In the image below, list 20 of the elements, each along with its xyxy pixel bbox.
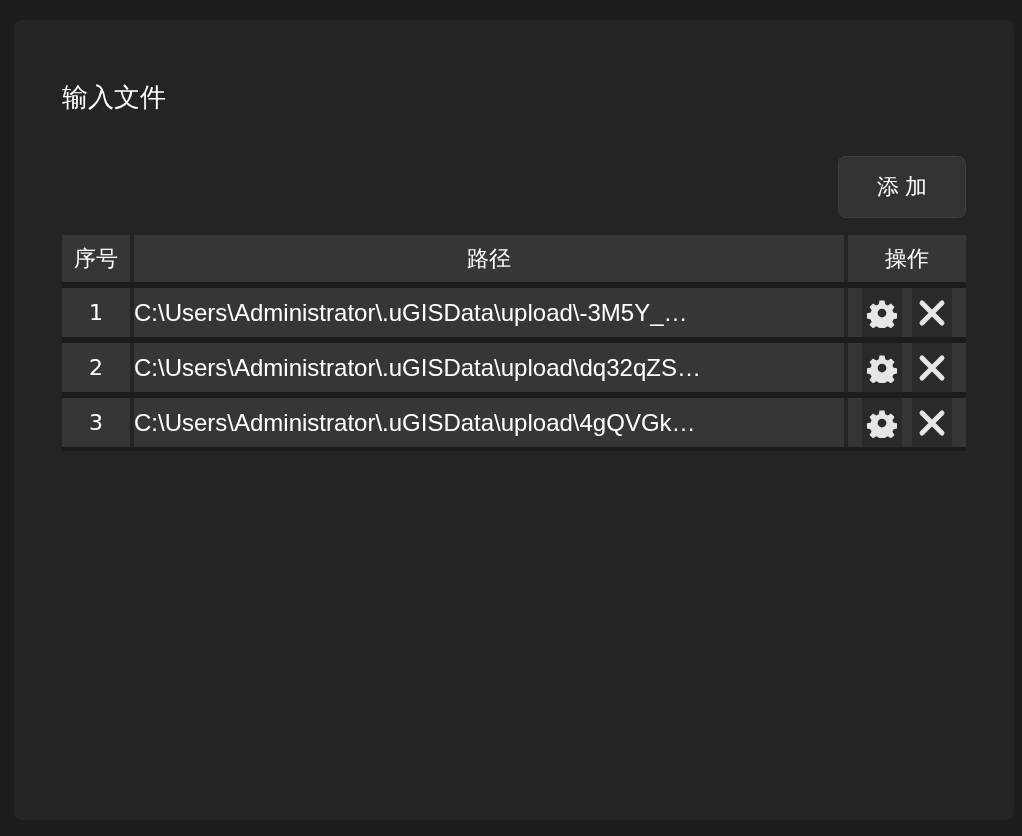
close-icon bbox=[917, 407, 947, 438]
close-button[interactable] bbox=[912, 288, 952, 337]
settings-button[interactable] bbox=[862, 288, 902, 337]
close-icon bbox=[917, 297, 947, 328]
settings-button[interactable] bbox=[862, 398, 902, 447]
table-cell: C:\Users\Administrator\.uGISData\upload\4gQVGk… bbox=[134, 398, 844, 447]
table-cell: 1 bbox=[62, 288, 130, 337]
close-button[interactable] bbox=[912, 398, 952, 447]
column-header: 操作 bbox=[848, 235, 966, 282]
table-cell: C:\Users\Administrator\.uGISData\upload\dq32qZS… bbox=[134, 343, 844, 392]
column-header: 序号 bbox=[62, 235, 130, 282]
close-icon bbox=[917, 352, 947, 383]
add-button[interactable]: 添 加 bbox=[838, 156, 966, 218]
close-button[interactable] bbox=[912, 343, 952, 392]
table-cell: 2 bbox=[62, 343, 130, 392]
settings-button[interactable] bbox=[862, 343, 902, 392]
table-cell: C:\Users\Administrator\.uGISData\upload\-3M5Y_… bbox=[134, 288, 844, 337]
table-cell: 3 bbox=[62, 398, 130, 447]
column-header: 路径 bbox=[134, 235, 844, 282]
dialog-title: 输入文件 bbox=[62, 84, 167, 110]
